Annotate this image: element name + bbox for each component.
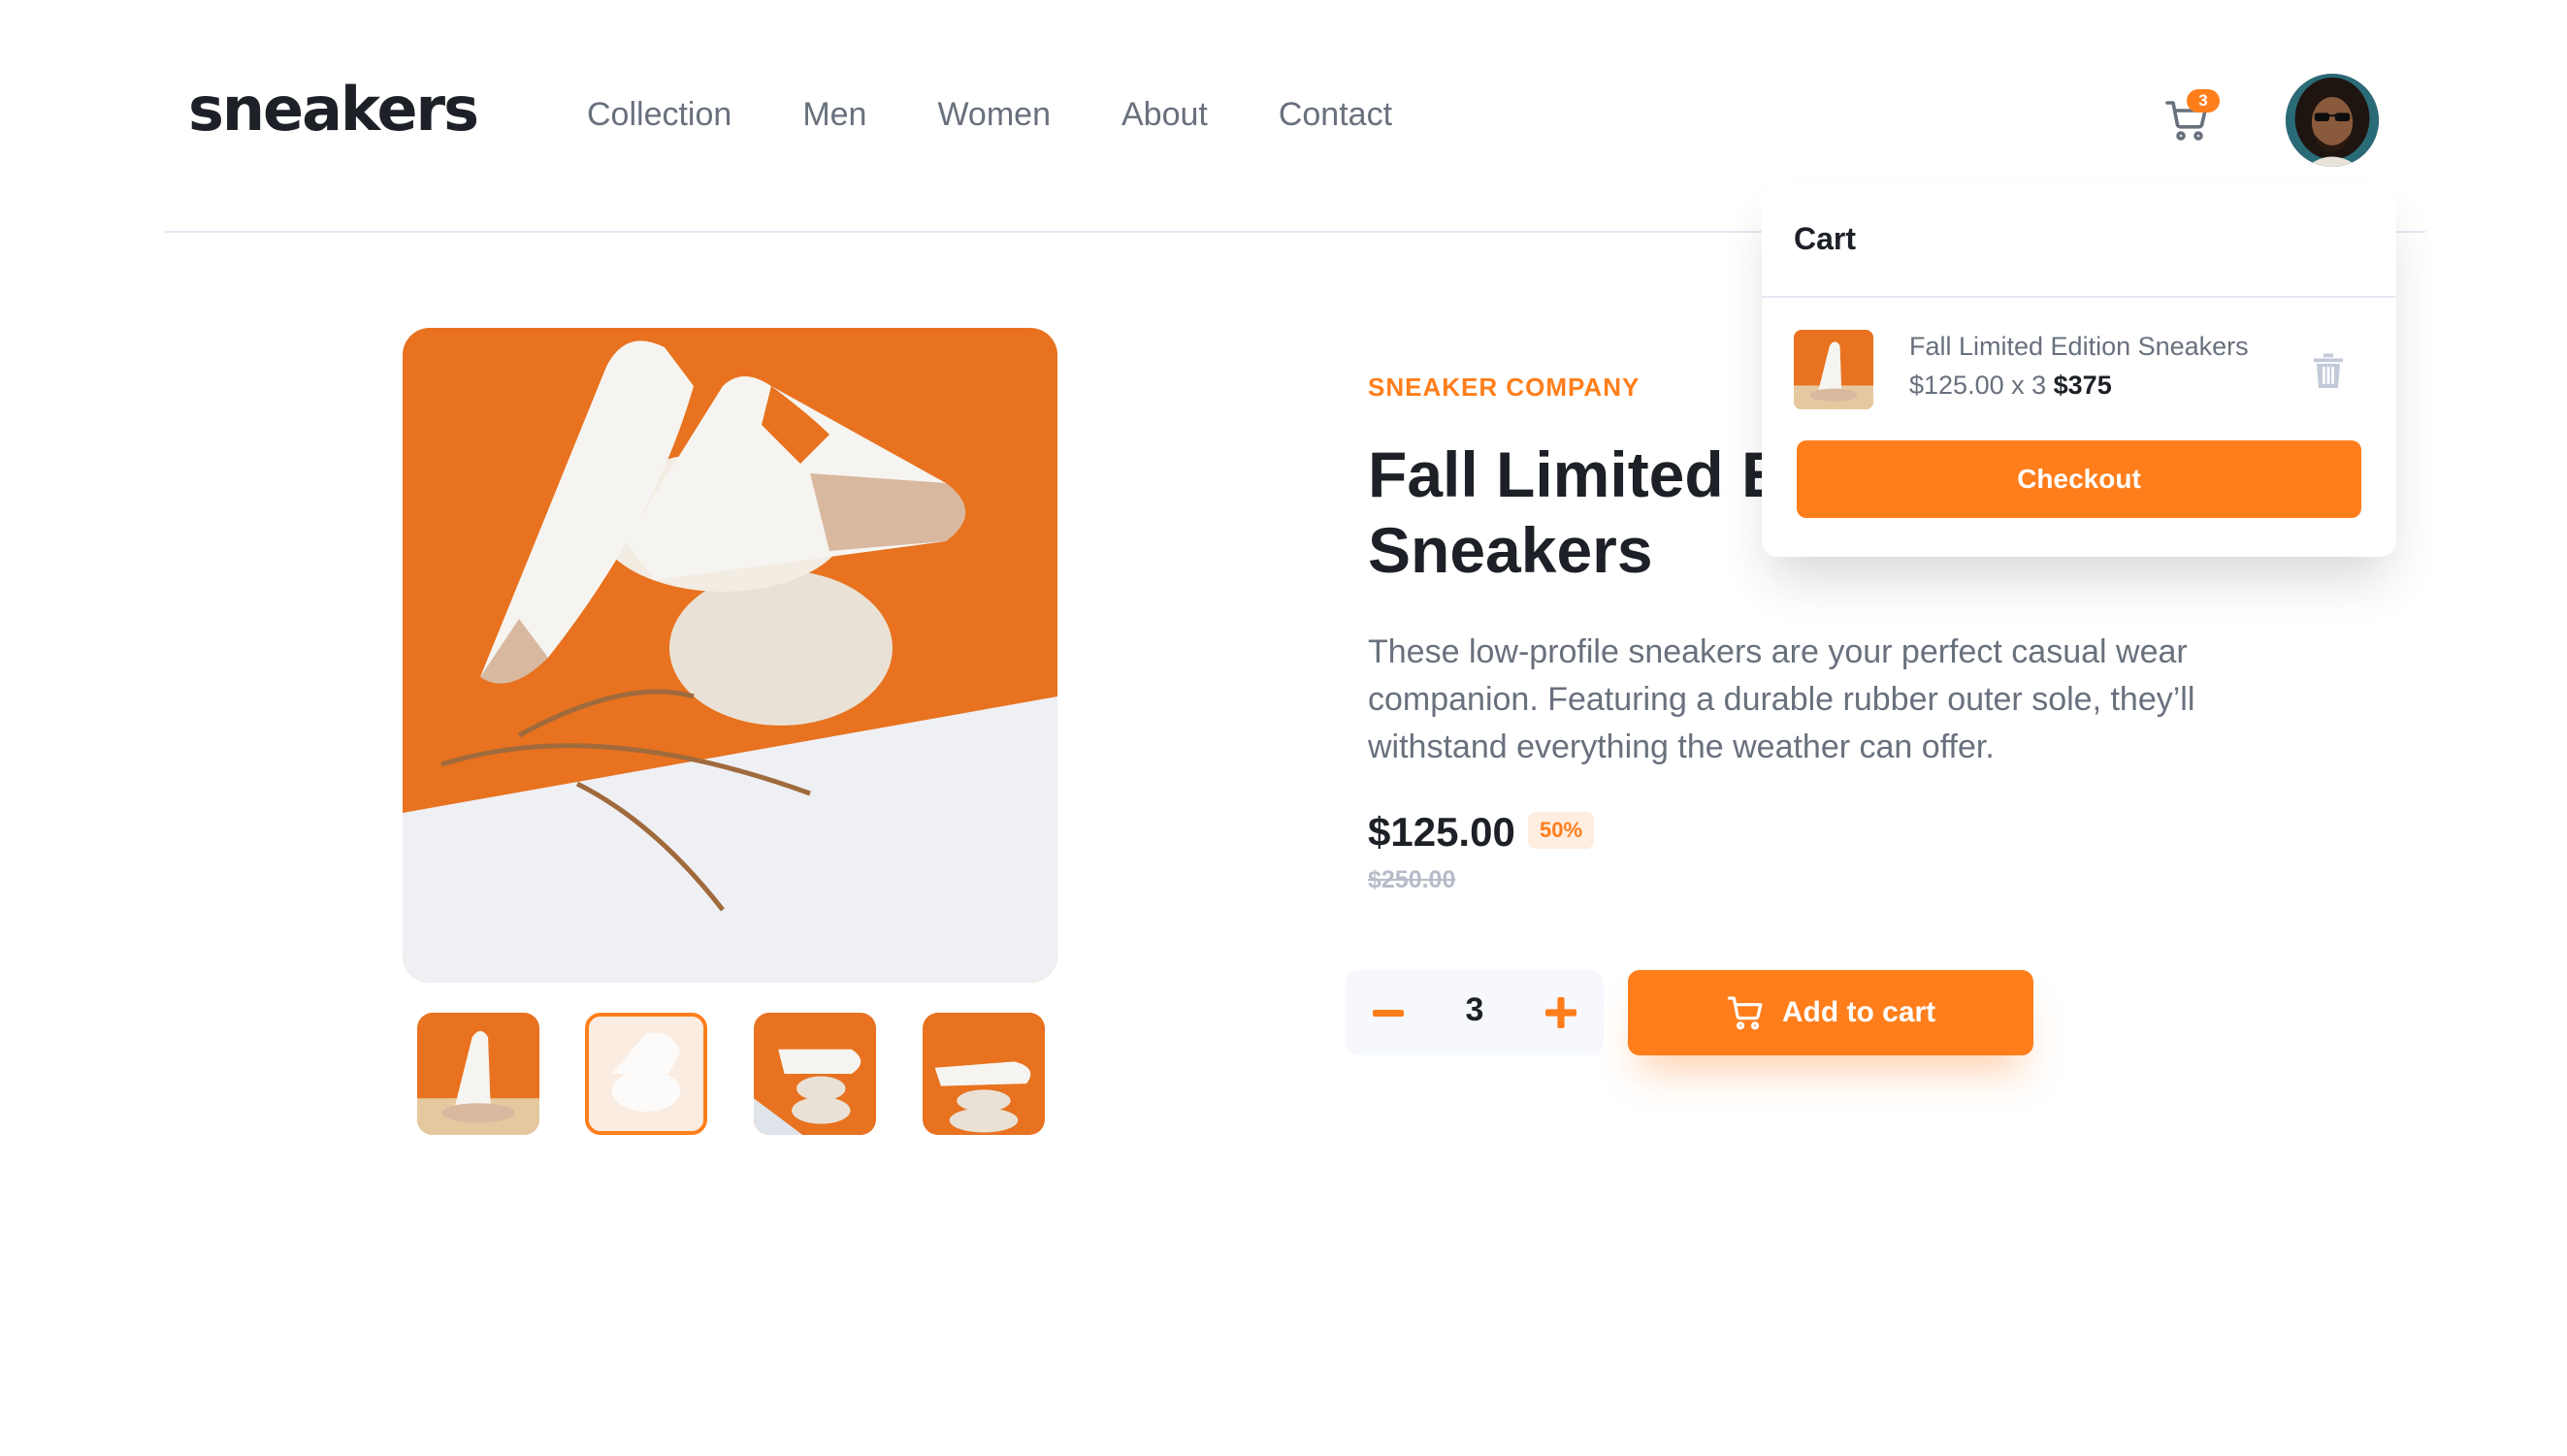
main-nav: Collection Men Women About Contact [587,95,1463,135]
cart-icon [1727,996,1763,1030]
avatar-image [2286,74,2379,167]
sneaker-photo [403,328,1057,983]
main-product-image[interactable] [403,328,1057,983]
original-price: $250.00 [1368,866,1456,893]
thumbnail-2[interactable] [585,1013,707,1135]
user-avatar[interactable] [2282,70,2383,171]
quantity-increase-button[interactable] [1538,989,1584,1036]
cart-item-thumbnail [1794,330,1873,409]
company-name: SNEAKER COMPANY [1368,372,1641,402]
cart-item-total: $375 [2053,371,2112,400]
nav-contact[interactable]: Contact [1279,95,1392,135]
current-price: $125.00 [1368,809,1515,855]
cart-divider [1762,296,2396,298]
thumbnail-1[interactable] [417,1013,539,1135]
thumbnail-strip [403,1009,1057,1135]
thumbnail-1-image [417,1013,539,1135]
thumbnail-3[interactable] [754,1013,876,1135]
nav-women[interactable]: Women [937,95,1051,135]
header-cart-button[interactable]: 3 [2163,89,2222,147]
nav-men[interactable]: Men [802,95,866,135]
plus-icon [1545,997,1576,1028]
cart-dropdown: Cart Fall Limited Edition Sneakers $125.… [1762,186,2396,557]
nav-collection[interactable]: Collection [587,95,731,135]
minus-icon [1373,1010,1404,1017]
cart-item-name: Fall Limited Edition Sneakers [1909,332,2249,361]
checkout-button[interactable]: Checkout [1797,440,2361,518]
quantity-value: 3 [1465,991,1484,1028]
add-to-cart-label: Add to cart [1781,996,1936,1028]
thumbnail-2-image [589,1017,703,1131]
cart-title: Cart [1794,221,1857,256]
cart-count-badge: 3 [2187,89,2220,113]
add-to-cart-button[interactable]: Add to cart [1628,970,2033,1055]
cart-item-delete-button[interactable] [2311,351,2346,390]
cart-item-price-line: $125.00 x 3 $375 [1909,371,2112,401]
product-description: These low-profile sneakers are your perf… [1368,633,2195,765]
product-title-line-2: Sneakers [1368,514,1653,586]
thumbnail-4[interactable] [923,1013,1045,1135]
thumbnail-3-image [754,1013,876,1135]
nav-about[interactable]: About [1121,95,1208,135]
quantity-stepper: 3 [1346,970,1604,1055]
discount-badge: 50% [1528,812,1595,849]
thumbnail-4-image [923,1013,1045,1135]
brand-logo[interactable]: sneakers [188,80,479,140]
cart-item-image [1794,330,1873,409]
trash-icon [2314,353,2343,388]
quantity-decrease-button[interactable] [1365,989,1412,1036]
cart-item-unit-price: $125.00 x 3 [1909,371,2047,400]
